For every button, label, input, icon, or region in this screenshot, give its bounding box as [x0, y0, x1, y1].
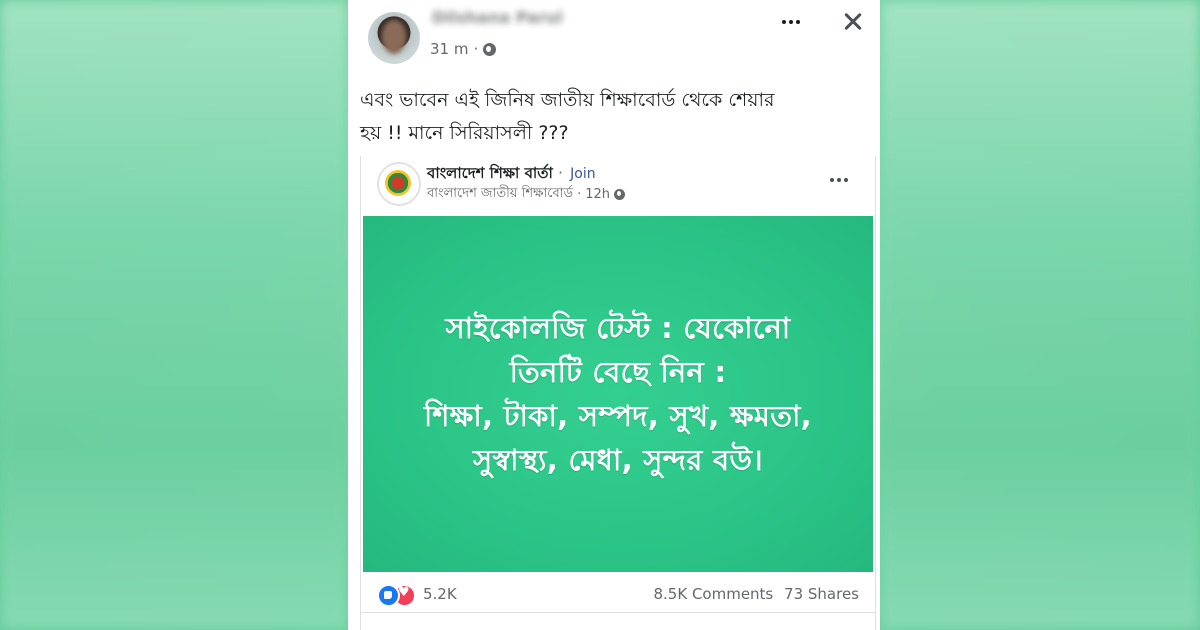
close-icon[interactable]: [840, 8, 868, 36]
more-options-icon[interactable]: [778, 10, 804, 34]
comments-count[interactable]: 8.5K Comments: [653, 585, 773, 603]
globe-icon: [483, 42, 497, 56]
author-name-blurred[interactable]: Dilshana Parul: [432, 8, 563, 27]
screenshot-stage: Dilshana Parul 31 m · এবং ভাবেন এই জিনিষ…: [0, 0, 1200, 630]
background-blur-right: [880, 0, 1200, 630]
page-time[interactable]: 12h: [585, 187, 610, 202]
post-text-line: এবং ভাবেন এই জিনিষ জাতীয় শিক্ষাবোর্ড থে…: [360, 89, 775, 111]
post-text: এবং ভাবেন এই জিনিষ জাতীয় শিক্ষাবোর্ড থে…: [360, 84, 860, 150]
meta-separator: ·: [473, 40, 479, 58]
post-meta: 31 m ·: [430, 40, 497, 58]
author-avatar[interactable]: [368, 12, 420, 64]
card-line: সাইকোলজি টেস্ট : যেকোনো: [445, 311, 791, 345]
page-name-separator: ·: [558, 164, 563, 182]
card-line: শিক্ষা, টাকা, সম্পদ, সুখ, ক্ষমতা,: [424, 399, 812, 433]
page-name[interactable]: বাংলাদেশ শিক্ষা বার্তা: [427, 164, 553, 182]
post-header: Dilshana Parul 31 m ·: [348, 0, 880, 70]
card-line: সুস্বাস্থ্য, মেধা, সুন্দর বউ।: [473, 443, 763, 477]
join-link[interactable]: Join: [570, 166, 595, 182]
post-image-card[interactable]: সাইকোলজি টেস্ট : যেকোনো তিনটি বেছে নিন :…: [363, 216, 873, 572]
facebook-post: Dilshana Parul 31 m · এবং ভাবেন এই জিনিষ…: [348, 0, 880, 630]
shared-post-header: বাংলাদেশ শিক্ষা বার্তা · Join বাংলাদেশ জ…: [361, 156, 875, 214]
shares-count[interactable]: 73 Shares: [784, 585, 859, 603]
shared-more-options-icon[interactable]: [827, 172, 851, 188]
page-logo[interactable]: [377, 162, 421, 206]
reactions-bar: 5.2K 8.5K Comments 73 Shares: [361, 576, 875, 613]
page-subline: বাংলাদেশ জাতীয় শিক্ষাবোর্ড · 12h: [427, 184, 626, 205]
post-text-line: হয় !! মানে সিরিয়াসলী ???: [360, 122, 569, 144]
reaction-count[interactable]: 5.2K: [423, 585, 457, 603]
page-sub-separator: ·: [577, 187, 582, 202]
card-line: তিনটি বেছে নিন :: [509, 355, 727, 389]
page-source[interactable]: বাংলাদেশ জাতীয় শিক্ষাবোর্ড: [427, 184, 573, 205]
globe-icon: [614, 189, 626, 200]
background-blur-left: [0, 0, 348, 630]
shared-post: বাংলাদেশ শিক্ষা বার্তা · Join বাংলাদেশ জ…: [360, 156, 876, 630]
engagement-counts: 8.5K Comments 73 Shares: [653, 585, 859, 603]
post-time[interactable]: 31 m: [430, 40, 468, 58]
like-reaction-icon[interactable]: [377, 584, 400, 607]
